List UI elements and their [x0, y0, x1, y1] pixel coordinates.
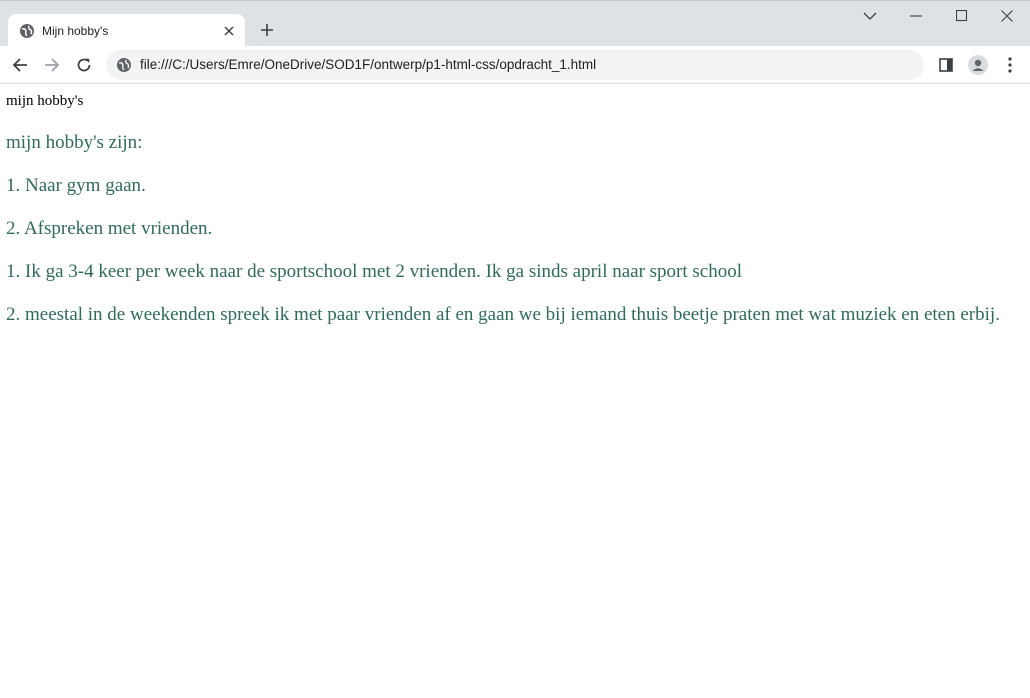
more-vertical-icon: [1008, 57, 1012, 73]
close-icon: [1001, 10, 1013, 22]
forward-button[interactable]: [38, 51, 66, 79]
url-text[interactable]: file:///C:/Users/Emre/OneDrive/SOD1F/ont…: [140, 57, 596, 73]
side-panel-icon: [939, 58, 953, 72]
maximize-button[interactable]: [939, 1, 985, 31]
chevron-down-icon: [863, 12, 877, 20]
avatar-icon: [968, 55, 988, 75]
minimize-button[interactable]: [893, 1, 939, 31]
new-tab-button[interactable]: [255, 18, 279, 42]
maximize-icon: [956, 10, 968, 22]
globe-icon: [19, 23, 35, 39]
close-tab-icon[interactable]: [220, 22, 238, 40]
arrow-right-icon: [45, 58, 60, 72]
arrow-left-icon: [12, 58, 27, 72]
address-bar[interactable]: file:///C:/Users/Emre/OneDrive/SOD1F/ont…: [106, 50, 924, 80]
side-panel-button[interactable]: [932, 51, 960, 79]
reload-button[interactable]: [70, 51, 98, 79]
profile-button[interactable]: [964, 51, 992, 79]
plus-icon: [261, 24, 273, 36]
menu-button[interactable]: [996, 51, 1024, 79]
browser-tab[interactable]: Mijn hobby's: [8, 14, 245, 47]
hobby-item-friends: 2. Afspreken met vrienden.: [6, 218, 213, 239]
hobby-detail-friends: 2. meestal in de weekenden spreek ik met…: [6, 304, 1000, 325]
title-bar: Mijn hobby's: [0, 0, 1030, 47]
close-window-button[interactable]: [984, 1, 1030, 31]
page-content: mijn hobby's mijn hobby's zijn: 1. Naar …: [0, 84, 1030, 698]
browser-toolbar: file:///C:/Users/Emre/OneDrive/SOD1F/ont…: [0, 46, 1030, 84]
reload-icon: [77, 58, 91, 72]
minimize-icon: [910, 15, 922, 17]
hobby-detail-gym: 1. Ik ga 3-4 keer per week naar de sport…: [6, 261, 743, 282]
back-button[interactable]: [6, 51, 34, 79]
hobby-item-gym: 1. Naar gym gaan.: [6, 175, 146, 196]
tab-search-button[interactable]: [847, 1, 893, 31]
globe-icon[interactable]: [116, 57, 132, 73]
intro-line: mijn hobby's zijn:: [6, 132, 143, 153]
page-heading: mijn hobby's: [6, 93, 84, 109]
tab-title: Mijn hobby's: [42, 24, 109, 38]
